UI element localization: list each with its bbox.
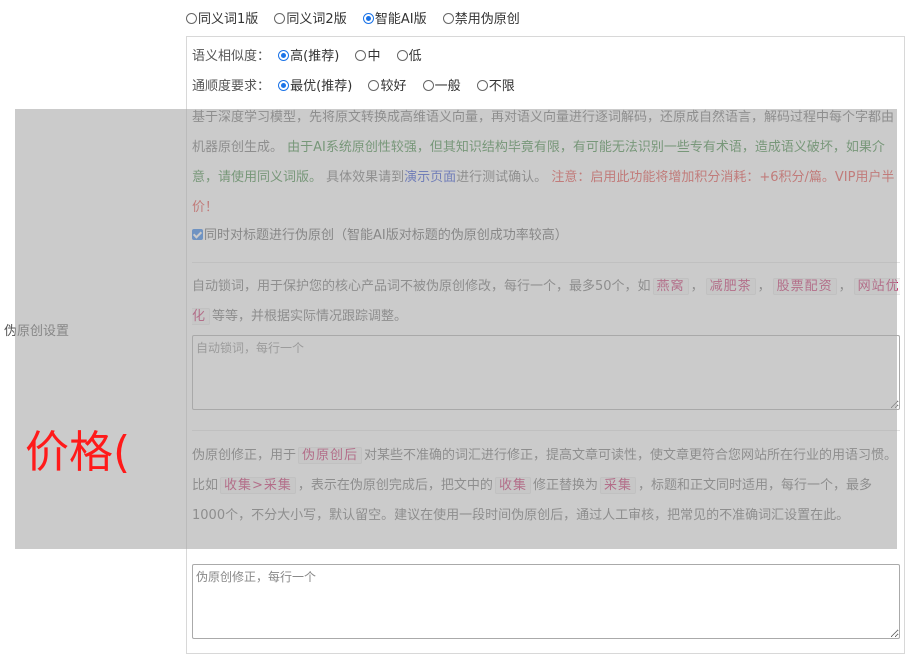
checkbox-checked-icon[interactable] xyxy=(192,229,203,240)
example-tag: 采集 xyxy=(599,477,636,494)
radio-icon[interactable] xyxy=(422,80,434,91)
radio-icon[interactable] xyxy=(396,50,408,61)
similarity-option-high[interactable]: 高(推荐) xyxy=(278,49,339,64)
radio-icon[interactable] xyxy=(186,13,197,24)
divider xyxy=(192,430,900,431)
radio-icon[interactable] xyxy=(442,13,454,24)
title-checkbox-label: 同时对标题进行伪原创（智能AI版对标题的伪原创成功率较高） xyxy=(204,228,568,243)
example-tag: 伪原创后 xyxy=(298,447,363,464)
similarity-option-low[interactable]: 低 xyxy=(396,49,422,64)
fluency-option-any[interactable]: 不限 xyxy=(476,79,515,94)
ai-description: 基于深度学习模型，先将原文转换成高维语义向量，再对语义向量进行逐词解码，还原成自… xyxy=(192,110,895,215)
similarity-row: 语义相似度： 高(推荐) 中 低 xyxy=(192,47,434,67)
divider xyxy=(192,262,900,263)
version-radio-group: 同义词1版 同义词2版 智能AI版 禁用伪原创 xyxy=(186,10,532,30)
radio-icon[interactable] xyxy=(476,80,488,91)
radio-selected-icon[interactable] xyxy=(362,13,374,24)
similarity-label: 语义相似度： xyxy=(192,49,271,64)
example-tag: 收集>采集 xyxy=(220,477,296,494)
example-tag: 收集 xyxy=(494,477,531,494)
price-overlay-text: 价格( xyxy=(25,427,131,478)
radio-icon[interactable] xyxy=(355,50,367,61)
lock-words-description: 自动锁词，用于保护您的核心产品词不被伪原创修改，每行一个，最多50个，如 燕窝，减… xyxy=(192,278,900,325)
demo-page-link[interactable]: 演示页面 xyxy=(404,170,456,185)
fluency-row: 通顺度要求： 最优(推荐) 较好 一般 不限 xyxy=(192,77,527,97)
section-label: 伪原创设置 xyxy=(4,324,70,339)
fluency-option-normal[interactable]: 一般 xyxy=(422,79,461,94)
version-option-disable[interactable]: 禁用伪原创 xyxy=(442,12,520,27)
correction-description: 伪原创修正，用于 伪原创后 对某些不准确的词汇进行修正，提高文章可读性，使文章更符合… xyxy=(192,447,898,523)
radio-icon[interactable] xyxy=(368,80,380,91)
radio-selected-icon[interactable] xyxy=(278,50,290,61)
version-option-synonym2[interactable]: 同义词2版 xyxy=(274,12,347,27)
radio-icon[interactable] xyxy=(274,13,286,24)
version-option-synonym1[interactable]: 同义词1版 xyxy=(186,12,258,27)
title-checkbox-row[interactable]: 同时对标题进行伪原创（智能AI版对标题的伪原创成功率较高） xyxy=(192,226,568,246)
example-tag: 股票配资 xyxy=(772,278,837,295)
similarity-option-mid[interactable]: 中 xyxy=(355,49,380,64)
fluency-label: 通顺度要求： xyxy=(192,79,271,94)
radio-selected-icon[interactable] xyxy=(278,80,290,91)
fluency-option-best[interactable]: 最优(推荐) xyxy=(278,79,352,94)
settings-panel: 语义相似度： 高(推荐) 中 低 通顺度要求： 最优(推荐) 较好 一般 不限 … xyxy=(186,36,905,654)
correction-textarea[interactable] xyxy=(192,564,900,639)
lock-words-textarea[interactable] xyxy=(192,335,900,410)
fluency-option-good[interactable]: 较好 xyxy=(368,79,406,94)
example-tag: 燕窝 xyxy=(652,278,689,295)
version-option-ai[interactable]: 智能AI版 xyxy=(362,12,427,27)
example-tag: 减肥茶 xyxy=(705,278,756,295)
